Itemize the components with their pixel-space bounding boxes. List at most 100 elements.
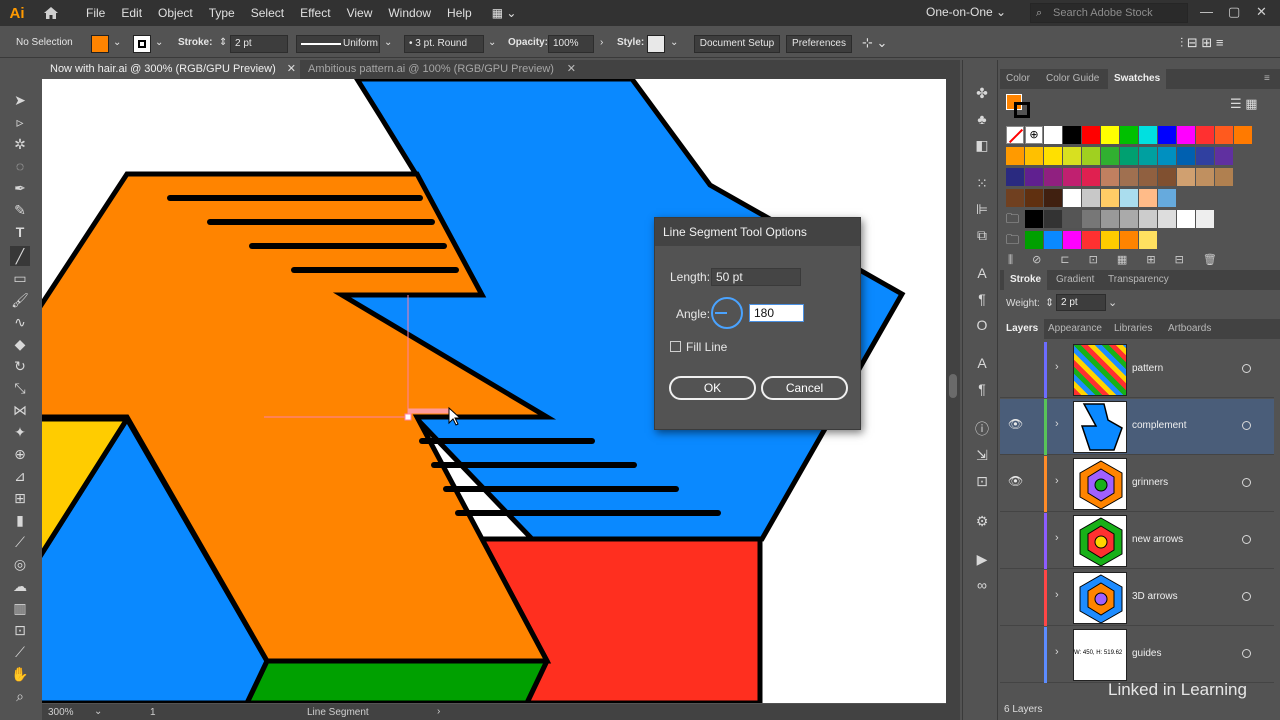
graphic-styles-icon[interactable]: ◧ bbox=[973, 136, 991, 154]
swatch[interactable] bbox=[1139, 231, 1157, 249]
swatch[interactable] bbox=[1101, 210, 1119, 228]
swatch[interactable] bbox=[1101, 147, 1119, 165]
workspace-switcher[interactable]: One-on-One ⌄ bbox=[926, 5, 1006, 19]
swatch[interactable] bbox=[1044, 147, 1062, 165]
tab-close-icon[interactable]: ✕ bbox=[567, 60, 576, 79]
expand-chevron-icon[interactable]: › bbox=[1055, 589, 1059, 601]
stock-search-input[interactable]: ⌕ Search Adobe Stock bbox=[1030, 3, 1188, 23]
panel-menu-icon[interactable]: ≡ bbox=[1258, 69, 1276, 89]
swatch[interactable] bbox=[1082, 210, 1100, 228]
paintbrush-tool-icon[interactable]: 🖌 bbox=[10, 290, 30, 310]
swatch[interactable] bbox=[1082, 147, 1100, 165]
type-tool-icon[interactable]: T bbox=[10, 222, 30, 242]
artboard-tool-icon[interactable]: ⊡ bbox=[10, 620, 30, 640]
arrange-documents-icon[interactable]: ▦ ⌄ bbox=[480, 0, 525, 26]
asset-export-icon[interactable]: ⊡ bbox=[973, 472, 991, 490]
menu-effect[interactable]: Effect bbox=[292, 0, 338, 26]
swatch[interactable] bbox=[1158, 147, 1176, 165]
color-panel-icon[interactable]: ✤ bbox=[973, 84, 991, 102]
brush-definition[interactable]: • 3 pt. Round bbox=[404, 35, 484, 53]
menu-help[interactable]: Help bbox=[439, 0, 480, 26]
export-panel-icon[interactable]: ⇲ bbox=[973, 446, 991, 464]
fill-swatch[interactable] bbox=[91, 35, 109, 53]
swatch[interactable] bbox=[1063, 231, 1081, 249]
menu-object[interactable]: Object bbox=[150, 0, 201, 26]
swatch[interactable]: 🗀 bbox=[1006, 231, 1024, 249]
menu-type[interactable]: Type bbox=[201, 0, 243, 26]
tab-swatches[interactable]: Swatches bbox=[1108, 69, 1167, 89]
tab-transparency[interactable]: Transparency bbox=[1102, 270, 1175, 290]
rotate-tool-icon[interactable]: ↻ bbox=[10, 356, 30, 376]
stroke-dropdown-icon[interactable]: ⌄ bbox=[155, 37, 163, 48]
swatch[interactable] bbox=[1177, 210, 1195, 228]
tab-layers[interactable]: Layers bbox=[1000, 319, 1045, 339]
info-panel-icon[interactable]: ⓘ bbox=[973, 420, 991, 438]
paragraph-styles-icon[interactable]: ¶ bbox=[973, 380, 991, 398]
swatch[interactable] bbox=[1158, 189, 1176, 207]
visibility-eye-icon[interactable]: 👁 bbox=[1008, 417, 1023, 431]
paragraph-panel-icon[interactable]: ¶ bbox=[973, 290, 991, 308]
layer-row-grinners[interactable]: 👁 › grinners bbox=[1000, 456, 1274, 512]
list-view-icon[interactable]: ☰ ▦ bbox=[1230, 96, 1258, 112]
swatch[interactable] bbox=[1139, 168, 1157, 186]
swatch[interactable] bbox=[1063, 168, 1081, 186]
symbol-sprayer-tool-icon[interactable]: ☁ bbox=[10, 576, 30, 596]
swatch[interactable] bbox=[1025, 168, 1043, 186]
status-arrow-icon[interactable]: › bbox=[437, 706, 440, 717]
swatch[interactable] bbox=[1006, 126, 1024, 144]
eraser-tool-icon[interactable]: ◆ bbox=[10, 334, 30, 354]
rectangle-tool-icon[interactable]: ▭ bbox=[10, 268, 30, 288]
swatch[interactable] bbox=[1234, 126, 1252, 144]
artboard-number[interactable]: 1 bbox=[150, 707, 156, 718]
swatch[interactable] bbox=[1120, 147, 1138, 165]
blend-tool-icon[interactable]: ◎ bbox=[10, 554, 30, 574]
preferences-button[interactable]: Preferences bbox=[786, 35, 852, 53]
ok-button[interactable]: OK bbox=[669, 376, 756, 400]
swatch[interactable] bbox=[1063, 147, 1081, 165]
weight-field[interactable]: 2 pt bbox=[1056, 294, 1106, 311]
visibility-eye-icon[interactable]: 👁 bbox=[1008, 474, 1023, 488]
layer-row-complement[interactable]: 👁 › complement bbox=[1000, 399, 1274, 455]
expand-chevron-icon[interactable]: › bbox=[1055, 646, 1059, 658]
swatch[interactable] bbox=[1215, 168, 1233, 186]
swatch[interactable] bbox=[1101, 168, 1119, 186]
layer-row-3d-arrows[interactable]: › 3D arrows bbox=[1000, 570, 1274, 626]
maximize-button[interactable]: ▢ bbox=[1228, 4, 1240, 20]
swatch[interactable] bbox=[1082, 126, 1100, 144]
target-circle-icon[interactable] bbox=[1242, 421, 1251, 430]
swatch[interactable] bbox=[1025, 147, 1043, 165]
swatch[interactable] bbox=[1063, 210, 1081, 228]
menu-window[interactable]: Window bbox=[380, 0, 439, 26]
swatch[interactable] bbox=[1006, 168, 1024, 186]
navigator-icon[interactable]: ⚙ bbox=[973, 512, 991, 530]
pathfinder-panel-icon[interactable]: ⧉ bbox=[973, 226, 991, 244]
layer-row-new-arrows[interactable]: › new arrows bbox=[1000, 513, 1274, 569]
swatch[interactable] bbox=[1101, 126, 1119, 144]
cancel-button[interactable]: Cancel bbox=[761, 376, 848, 400]
tab-appearance[interactable]: Appearance bbox=[1042, 319, 1108, 339]
variable-width-profile[interactable]: Uniform bbox=[296, 35, 380, 53]
menu-file[interactable]: File bbox=[78, 0, 113, 26]
puppet-warp-tool-icon[interactable]: ✦ bbox=[10, 422, 30, 442]
swatch[interactable] bbox=[1158, 126, 1176, 144]
swatch[interactable] bbox=[1082, 168, 1100, 186]
layer-row-pattern[interactable]: › pattern bbox=[1000, 342, 1274, 398]
swatch[interactable] bbox=[1120, 231, 1138, 249]
menu-view[interactable]: View bbox=[339, 0, 381, 26]
style-swatch[interactable] bbox=[647, 35, 665, 53]
transform-panel-icon[interactable]: ⁙ bbox=[973, 174, 991, 192]
swatch[interactable] bbox=[1044, 231, 1062, 249]
swatch[interactable] bbox=[1139, 210, 1157, 228]
shape-builder-tool-icon[interactable]: ⊕ bbox=[10, 444, 30, 464]
actions-panel-icon[interactable]: ▶ bbox=[973, 550, 991, 568]
swatch[interactable] bbox=[1120, 126, 1138, 144]
length-input[interactable]: 50 pt bbox=[711, 268, 801, 286]
tab-close-icon[interactable]: ✕ bbox=[287, 60, 296, 79]
swatch[interactable] bbox=[1196, 210, 1214, 228]
direct-selection-tool-icon[interactable]: ▹ bbox=[10, 112, 30, 132]
stroke-weight-field[interactable]: 2 pt bbox=[230, 35, 288, 53]
zoom-tool-icon[interactable]: ⌕ bbox=[10, 686, 30, 706]
layer-row-guides[interactable]: › W: 450, H: 519.62 guides bbox=[1000, 627, 1274, 683]
swatch-stroke-indicator[interactable] bbox=[1014, 102, 1030, 118]
expand-chevron-icon[interactable]: › bbox=[1055, 361, 1059, 373]
